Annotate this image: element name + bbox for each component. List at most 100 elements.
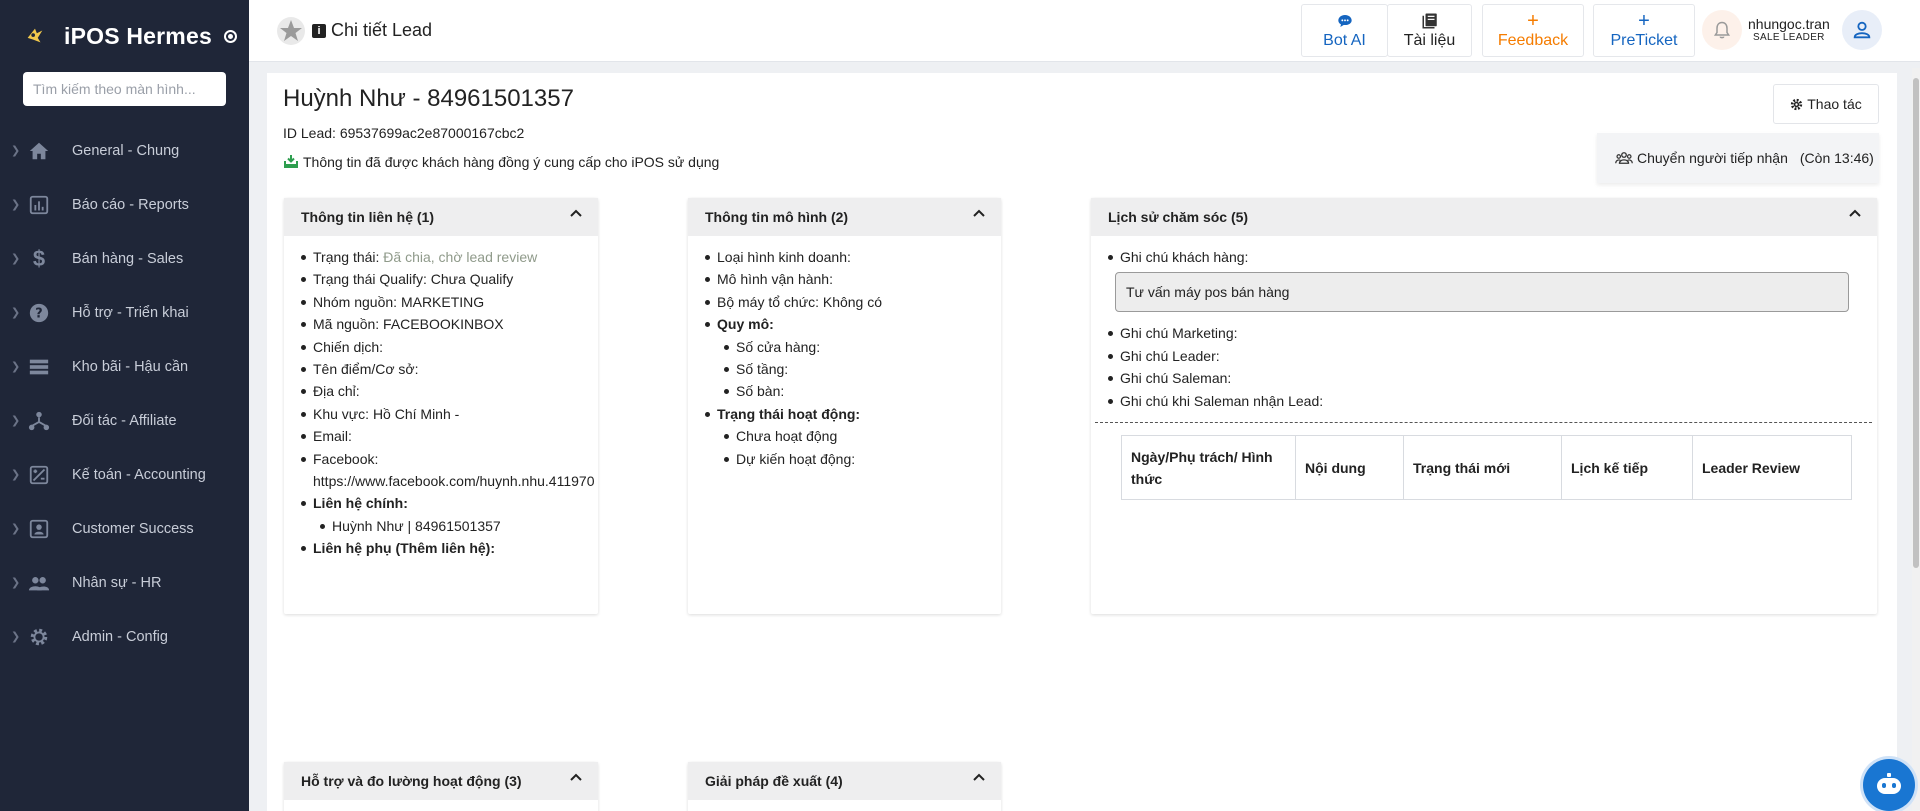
brand[interactable]: iPOS Hermes <box>0 0 249 72</box>
list-item: Bộ máy tổ chức: Không có <box>704 291 1001 313</box>
list-item: Ghi chú khách hàng: <box>1107 246 1877 268</box>
sidebar-item-label: General - Chung <box>72 143 180 159</box>
sidebar-item-label: Admin - Config <box>72 629 168 645</box>
brand-radio-icon[interactable] <box>223 29 237 43</box>
hermes-logo-icon <box>27 28 43 43</box>
preticket-button[interactable]: + PreTicket <box>1593 4 1695 57</box>
list-item: Ghi chú Saleman: <box>1107 367 1877 389</box>
transfer-assignee-label: Chuyển người tiếp nhận <box>1637 150 1788 166</box>
panel-body: Trạng thái: Đã chia, chờ lead review Trạ… <box>284 236 598 560</box>
dollar-icon: $ <box>32 246 46 271</box>
list-item: Email: <box>300 425 598 447</box>
chevron-right-icon: ❯ <box>11 469 21 481</box>
chevron-up-icon[interactable] <box>568 770 584 786</box>
top-header: i Chi tiết Lead Bot AI Tài liệu + Feedba… <box>249 0 1920 62</box>
scrollbar-thumb[interactable] <box>1913 78 1919 568</box>
preticket-label: PreTicket <box>1610 32 1678 49</box>
chevron-up-icon[interactable] <box>568 206 584 222</box>
chatbot-fab-button[interactable] <box>1863 759 1915 811</box>
actions-button[interactable]: Thao tác <box>1773 84 1879 124</box>
sidebar-search[interactable] <box>23 72 226 106</box>
sidebar-search-input[interactable] <box>33 81 216 97</box>
chevron-right-icon: ❯ <box>11 415 21 427</box>
feedback-button[interactable]: + Feedback <box>1482 4 1584 57</box>
sidebar-menu: ❯ General - Chung ❯ Báo cáo - Reports ❯ … <box>0 124 249 664</box>
avatar[interactable] <box>1841 10 1882 50</box>
home-icon <box>27 139 51 163</box>
sidebar-item-admin[interactable]: ❯ Admin - Config <box>0 610 249 664</box>
gear-icon <box>1791 98 1803 110</box>
chevron-right-icon: ❯ <box>11 307 21 319</box>
list-item: Tên điểm/Cơ sở: <box>300 358 598 380</box>
list-item: Quy mô: Số cửa hàng: Số tầng: Số bàn: <box>704 313 1001 403</box>
panel-body: Loại hình kinh doanh: Mô hình vận hành: … <box>688 236 1001 470</box>
documents-label: Tài liệu <box>1403 32 1456 49</box>
page-title-text: Chi tiết Lead <box>331 20 433 40</box>
sidebar-item-support[interactable]: ❯ ? Hỗ trợ - Triển khai <box>0 286 249 340</box>
proposed-solution-panel: Giải pháp đề xuất (4) <box>688 762 1001 811</box>
table-header: Leader Review <box>1692 435 1852 501</box>
actions-label: Thao tác <box>1807 96 1862 112</box>
list-item: Liên hệ chính: Huỳnh Như | 84961501357 <box>300 492 598 537</box>
status-value: Đã chia, chờ lead review <box>383 249 538 265</box>
status-label: Trạng thái: <box>313 249 384 265</box>
list-item: Mô hình vận hành: <box>704 268 1001 290</box>
countdown-text: (Còn 13:46) <box>1799 150 1874 166</box>
list-item: Địa chỉ: <box>300 380 598 402</box>
list-item: Số bàn: <box>723 380 1001 402</box>
users-icon <box>1615 152 1633 164</box>
panel-header[interactable]: Thông tin mô hình (2) <box>688 198 1001 236</box>
extra-contact-link[interactable]: Liên hệ phụ (Thêm liên hệ): <box>300 537 598 559</box>
page-title: i Chi tiết Lead <box>276 16 432 46</box>
sidebar-item-warehouse[interactable]: ❯ Kho bãi - Hậu cần <box>0 340 249 394</box>
lead-detail-content: Huỳnh Như - 84961501357 ID Lead: 6953769… <box>267 73 1897 811</box>
plus-icon: + <box>1527 9 1539 32</box>
panel-title: Giải pháp đề xuất (4) <box>705 773 843 789</box>
scrollbar[interactable] <box>1912 68 1920 811</box>
main-contact-label: Liên hệ chính: <box>313 495 408 512</box>
sidebar-item-sales[interactable]: ❯ $ Bán hàng - Sales <box>0 232 249 286</box>
storage-icon <box>27 355 51 379</box>
consent-notice: Thông tin đã được khách hàng đồng ý cung… <box>283 154 719 170</box>
panel-header[interactable]: Lịch sử chăm sóc (5) <box>1091 198 1877 236</box>
list-item: Ghi chú khi Saleman nhận Lead: <box>1107 390 1877 412</box>
chevron-up-icon[interactable] <box>971 206 987 222</box>
list-item: Ghi chú Marketing: <box>1107 322 1877 344</box>
business-model-panel: Thông tin mô hình (2) Loại hình kinh doa… <box>688 198 1001 614</box>
sidebar-item-hr[interactable]: ❯ Nhân sự - HR <box>0 556 249 610</box>
list-item: Dự kiến hoạt động: <box>723 448 1001 470</box>
chevron-right-icon: ❯ <box>11 523 21 535</box>
support-panel: Hỗ trợ và đo lường hoạt động (3) <box>284 762 598 811</box>
transfer-assignee-menu-item[interactable]: Chuyển người tiếp nhận (Còn 13:46) <box>1597 133 1879 183</box>
sidebar-item-affiliate[interactable]: ❯ Đối tác - Affiliate <box>0 394 249 448</box>
panel-header[interactable]: Hỗ trợ và đo lường hoạt động (3) <box>284 762 598 800</box>
panel-title: Lịch sử chăm sóc (5) <box>1108 209 1249 225</box>
sidebar-item-accounting[interactable]: ❯ Kế toán - Accounting <box>0 448 249 502</box>
chevron-right-icon: ❯ <box>11 361 21 373</box>
panel-header[interactable]: Thông tin liên hệ (1) <box>284 198 598 236</box>
facebook-link[interactable]: https://www.facebook.com/huynh.nhu.41197… <box>313 473 594 489</box>
user-area: nhungoc.tran SALE LEADER <box>1702 10 1882 50</box>
info-icon: i <box>312 23 326 38</box>
sidebar-item-customer-success[interactable]: ❯ Customer Success <box>0 502 249 556</box>
consent-text: Thông tin đã được khách hàng đồng ý cung… <box>303 154 720 170</box>
panel-title: Hỗ trợ và đo lường hoạt động (3) <box>301 773 522 789</box>
sidebar-item-general[interactable]: ❯ General - Chung <box>0 124 249 178</box>
activity-label: Trạng thái hoạt động: <box>717 405 861 422</box>
sidebar: iPOS Hermes ❯ General - Chung ❯ Báo cáo … <box>0 0 249 811</box>
sidebar-item-label: Nhân sự - HR <box>72 575 162 591</box>
sidebar-item-label: Bán hàng - Sales <box>72 251 184 267</box>
bell-icon[interactable] <box>1702 10 1742 50</box>
table-header: Ngày/Phụ trách/ Hình thức <box>1121 435 1296 501</box>
panel-header[interactable]: Giải pháp đề xuất (4) <box>688 762 1001 800</box>
sidebar-item-reports[interactable]: ❯ Báo cáo - Reports <box>0 178 249 232</box>
documents-button[interactable]: Tài liệu <box>1387 4 1472 57</box>
customer-note-box: Tư vấn máy pos bán hàng <box>1115 272 1849 313</box>
chevron-up-icon[interactable] <box>1847 206 1863 222</box>
user-info[interactable]: nhungoc.tran SALE LEADER <box>1748 16 1830 43</box>
panel-body: Ghi chú khách hàng: Tư vấn máy pos bán h… <box>1091 236 1877 501</box>
chevron-up-icon[interactable] <box>971 770 987 786</box>
list-item: Facebook: https://www.facebook.com/huynh.… <box>300 448 598 493</box>
contact-info-panel: Thông tin liên hệ (1) Trạng thái: Đã chi… <box>284 198 598 614</box>
bot-ai-button[interactable]: Bot AI <box>1301 4 1388 57</box>
